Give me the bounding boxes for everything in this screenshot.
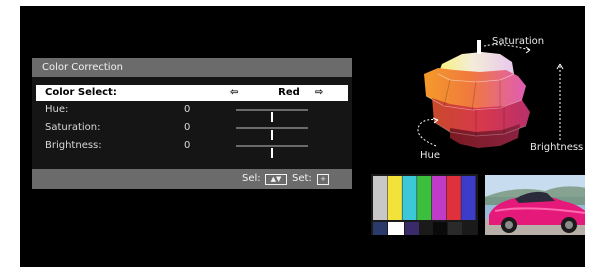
- color-bar: [387, 176, 402, 220]
- set-label: Set:: [292, 173, 312, 184]
- sports-car-thumbnail: [485, 175, 585, 235]
- panel-title: Color Correction: [32, 58, 352, 77]
- brightness-value: 0: [184, 140, 191, 151]
- brightness-slider[interactable]: [236, 145, 308, 158]
- saturation-value: 0: [184, 122, 191, 133]
- hue-row[interactable]: Hue: 0: [36, 102, 348, 122]
- brightness-slider-knob[interactable]: [271, 148, 273, 158]
- saturation-slider[interactable]: [236, 127, 308, 140]
- color-space-diagram: Saturation Hue Brightness: [380, 28, 585, 168]
- color-bar: [431, 176, 447, 220]
- color-select-row[interactable]: Color Select: ⇦ Red ⇨: [36, 85, 348, 101]
- color-bars-image: [371, 174, 478, 235]
- panel-footer: Sel: ▲▼ Set: +: [32, 169, 352, 189]
- left-arrow-icon[interactable]: ⇦: [230, 85, 238, 101]
- brightness-axis-label: Brightness: [530, 142, 584, 153]
- hue-label: Hue:: [45, 104, 69, 115]
- saturation-row[interactable]: Saturation: 0: [36, 120, 348, 140]
- projector-screen: Color Correction Color Select: ⇦ Red ⇨ H…: [20, 6, 585, 267]
- color-bar: [461, 176, 476, 220]
- brightness-label: Brightness:: [45, 140, 102, 151]
- color-bar: [446, 176, 461, 220]
- color-bar: [417, 176, 432, 220]
- color-bar: [373, 176, 388, 220]
- enter-key-icon: +: [317, 174, 329, 185]
- sports-car-image: [485, 175, 585, 235]
- brightness-row[interactable]: Brightness: 0: [36, 138, 348, 158]
- sel-label: Sel:: [242, 173, 261, 184]
- hue-value: 0: [184, 104, 191, 115]
- up-down-key-icon: ▲▼: [265, 174, 287, 185]
- color-select-value: Red: [278, 87, 300, 98]
- color-bar: [402, 176, 417, 220]
- color-correction-panel: Color Correction Color Select: ⇦ Red ⇨ H…: [32, 58, 352, 189]
- hue-axis-label: Hue: [420, 150, 441, 161]
- saturation-axis-label: Saturation: [492, 36, 545, 47]
- color-select-label: Color Select:: [45, 87, 117, 98]
- hue-slider[interactable]: [236, 109, 308, 122]
- right-arrow-icon[interactable]: ⇨: [315, 85, 323, 101]
- saturation-label: Saturation:: [45, 122, 101, 133]
- color-bars-thumbnail: [371, 174, 478, 235]
